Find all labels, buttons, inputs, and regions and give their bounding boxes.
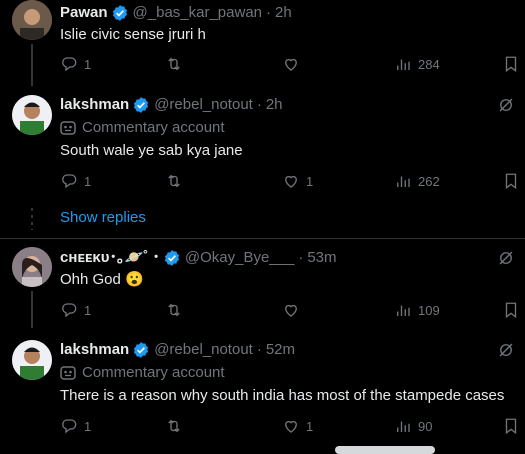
commentary-badge-icon [60, 366, 76, 380]
timestamp[interactable]: 52m [266, 340, 295, 360]
tweet-text: South wale ye sab kya jane [60, 142, 243, 159]
bookmark-icon [505, 302, 517, 319]
thread-line [31, 44, 33, 86]
retweet-button[interactable] [165, 417, 183, 435]
like-button[interactable]: 1 [282, 172, 313, 190]
grok-icon [499, 251, 513, 265]
like-icon [285, 304, 297, 317]
commentary-badge: Commentary account [60, 118, 225, 138]
author-handle[interactable]: @rebel_notout [154, 95, 253, 115]
retweet-icon [168, 419, 180, 433]
retweet-button[interactable] [165, 55, 183, 73]
views-count: 284 [418, 56, 440, 72]
views-button[interactable]: 90 [394, 417, 432, 435]
like-icon [285, 58, 297, 71]
reply-button[interactable]: 1 [60, 301, 91, 319]
separator-dot: · [256, 341, 262, 358]
retweet-button[interactable] [165, 301, 183, 319]
commentary-label: Commentary account [82, 119, 225, 136]
separator-dot: · [298, 249, 304, 266]
like-button[interactable]: 1 [282, 417, 313, 435]
like-count: 1 [306, 173, 314, 189]
verified-badge-icon [112, 5, 127, 21]
like-icon [285, 420, 297, 433]
reply-button[interactable]: 1 [60, 55, 91, 73]
reply-icon [62, 303, 77, 318]
retweet-icon [168, 174, 180, 188]
verified-badge-icon [134, 97, 149, 113]
bookmark-button[interactable] [502, 55, 520, 73]
verified-badge-icon [134, 342, 149, 358]
bookmark-icon [505, 56, 517, 73]
bookmark-button[interactable] [502, 301, 520, 319]
separator-dot: · [256, 96, 262, 113]
timestamp[interactable]: 2h [266, 95, 283, 115]
views-count: 262 [418, 173, 440, 189]
grok-button[interactable] [497, 249, 517, 269]
reply-icon [62, 419, 77, 434]
tweet-lakshman-1[interactable]: lakshman @rebel_notout · 2h Commentary a… [0, 90, 525, 200]
bookmark-button[interactable] [502, 417, 520, 435]
views-button[interactable]: 262 [394, 172, 440, 190]
grok-button[interactable] [497, 96, 517, 116]
views-button[interactable]: 109 [394, 301, 440, 319]
verified-badge-icon [164, 250, 179, 266]
show-replies-link[interactable]: Show replies [60, 208, 146, 228]
views-icon [397, 305, 410, 316]
author-handle[interactable]: @Okay_Bye___ [185, 248, 294, 268]
new-posts-pill[interactable] [335, 446, 435, 454]
commentary-label: Commentary account [82, 364, 225, 381]
separator-dot: · [266, 4, 272, 21]
grok-button[interactable] [497, 341, 517, 361]
tweet-text: Islie civic sense jruri h [60, 26, 206, 43]
like-icon [285, 175, 297, 188]
thread-line [31, 291, 33, 328]
author-handle[interactable]: @rebel_notout [154, 340, 253, 360]
reply-button[interactable]: 1 [60, 172, 91, 190]
timestamp[interactable]: 53m [307, 248, 336, 268]
reply-count: 1 [84, 302, 92, 318]
author-name[interactable]: lakshman [60, 340, 129, 360]
like-button[interactable] [282, 55, 306, 73]
tweet-text: There is a reason why south india has mo… [60, 387, 505, 404]
tweet-text: Ohh God 😮 [60, 271, 144, 288]
views-icon [397, 176, 410, 187]
commentary-badge-icon [60, 121, 76, 135]
author-handle[interactable]: @_bas_kar_pawan [133, 3, 262, 23]
like-button[interactable] [282, 301, 306, 319]
retweet-icon [168, 303, 180, 317]
tweet-cheeku[interactable]: cʜᴇᴇᴋᴜ･｡🪐˚ ･ @Okay_Bye___ · 53m Ohh God … [0, 238, 525, 328]
like-count: 1 [306, 418, 314, 434]
author-name[interactable]: cʜᴇᴇᴋᴜ･｡🪐˚ ･ [60, 248, 160, 268]
grok-icon [499, 343, 513, 357]
reply-count: 1 [84, 418, 92, 434]
commentary-badge: Commentary account [60, 363, 225, 383]
avatar[interactable] [12, 0, 52, 40]
views-count: 109 [418, 302, 440, 318]
reply-icon [62, 174, 77, 189]
reply-button[interactable]: 1 [60, 417, 91, 435]
reply-count: 1 [84, 173, 92, 189]
retweet-button[interactable] [165, 172, 183, 190]
views-icon [397, 59, 410, 70]
timestamp[interactable]: 2h [275, 3, 292, 23]
author-name[interactable]: Pawan [60, 3, 108, 23]
thread-continuation [31, 208, 33, 230]
retweet-icon [168, 57, 180, 71]
views-button[interactable]: 284 [394, 55, 440, 73]
bookmark-icon [505, 418, 517, 435]
bookmark-button[interactable] [502, 172, 520, 190]
avatar[interactable] [12, 340, 52, 380]
avatar[interactable] [12, 95, 52, 135]
tweet-lakshman-2[interactable]: lakshman @rebel_notout · 52m Commentary … [0, 330, 525, 450]
views-count: 90 [418, 418, 433, 434]
bookmark-icon [505, 173, 517, 190]
author-name[interactable]: lakshman [60, 95, 129, 115]
reply-count: 1 [84, 56, 92, 72]
views-icon [397, 421, 410, 432]
avatar[interactable] [12, 247, 52, 287]
reply-icon [62, 57, 77, 72]
grok-icon [499, 98, 513, 112]
tweet-pawan[interactable]: Pawan @_bas_kar_pawan · 2h Islie civic s… [0, 0, 525, 88]
